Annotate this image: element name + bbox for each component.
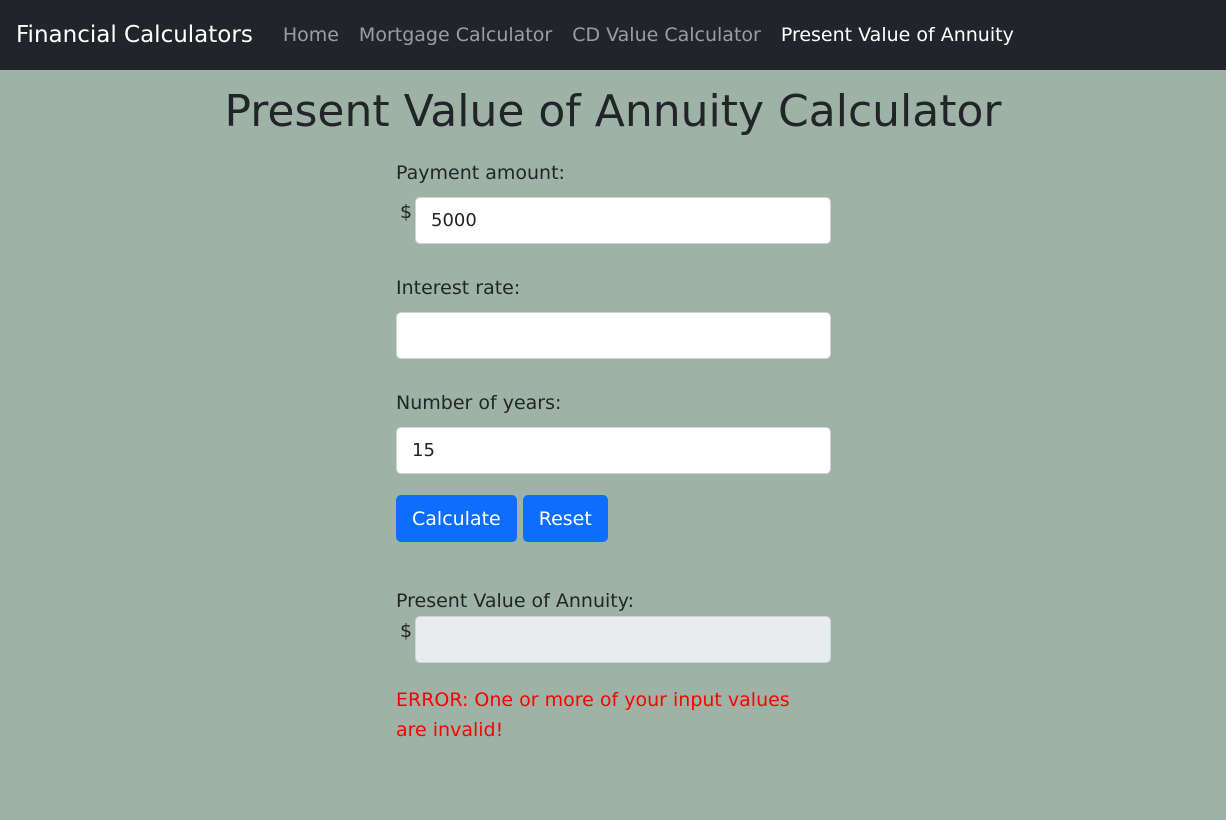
result-label: Present Value of Annuity: <box>396 590 635 612</box>
calculate-button[interactable]: Calculate <box>396 495 517 542</box>
result-input-row: $ <box>396 616 831 663</box>
payment-input-row: $ <box>396 197 831 244</box>
payment-amount-input[interactable] <box>415 197 831 244</box>
years-group: Number of years: <box>396 388 831 474</box>
button-row: Calculate Reset <box>396 495 831 542</box>
calculator-form: Payment amount: $ Interest rate: Number … <box>396 158 831 745</box>
result-dollar-prefix: $ <box>400 620 413 642</box>
payment-group: Payment amount: $ <box>396 158 831 244</box>
nav-link-home[interactable]: Home <box>283 24 339 46</box>
interest-rate-input[interactable] <box>396 312 831 359</box>
reset-button[interactable]: Reset <box>522 495 608 542</box>
result-group: Present Value of Annuity: $ <box>396 586 831 663</box>
page-title: Present Value of Annuity Calculator <box>224 86 1002 137</box>
present-value-output <box>415 616 831 663</box>
payment-dollar-prefix: $ <box>400 201 413 223</box>
years-label: Number of years: <box>396 392 562 414</box>
nav-link-present-value-of-annuity[interactable]: Present Value of Annuity <box>781 24 1014 46</box>
years-input-row <box>396 427 831 474</box>
error-message: ERROR: One or more of your input values … <box>396 689 790 741</box>
nav-link-mortgage-calculator[interactable]: Mortgage Calculator <box>359 24 552 46</box>
interest-group: Interest rate: <box>396 273 831 359</box>
interest-input-row <box>396 312 831 359</box>
navbar-brand[interactable]: Financial Calculators <box>16 22 253 48</box>
nav-link-cd-value-calculator[interactable]: CD Value Calculator <box>572 24 761 46</box>
navbar: Financial Calculators Home Mortgage Calc… <box>0 0 1226 70</box>
number-of-years-input[interactable] <box>396 427 831 474</box>
payment-label: Payment amount: <box>396 162 565 184</box>
interest-label: Interest rate: <box>396 277 521 299</box>
